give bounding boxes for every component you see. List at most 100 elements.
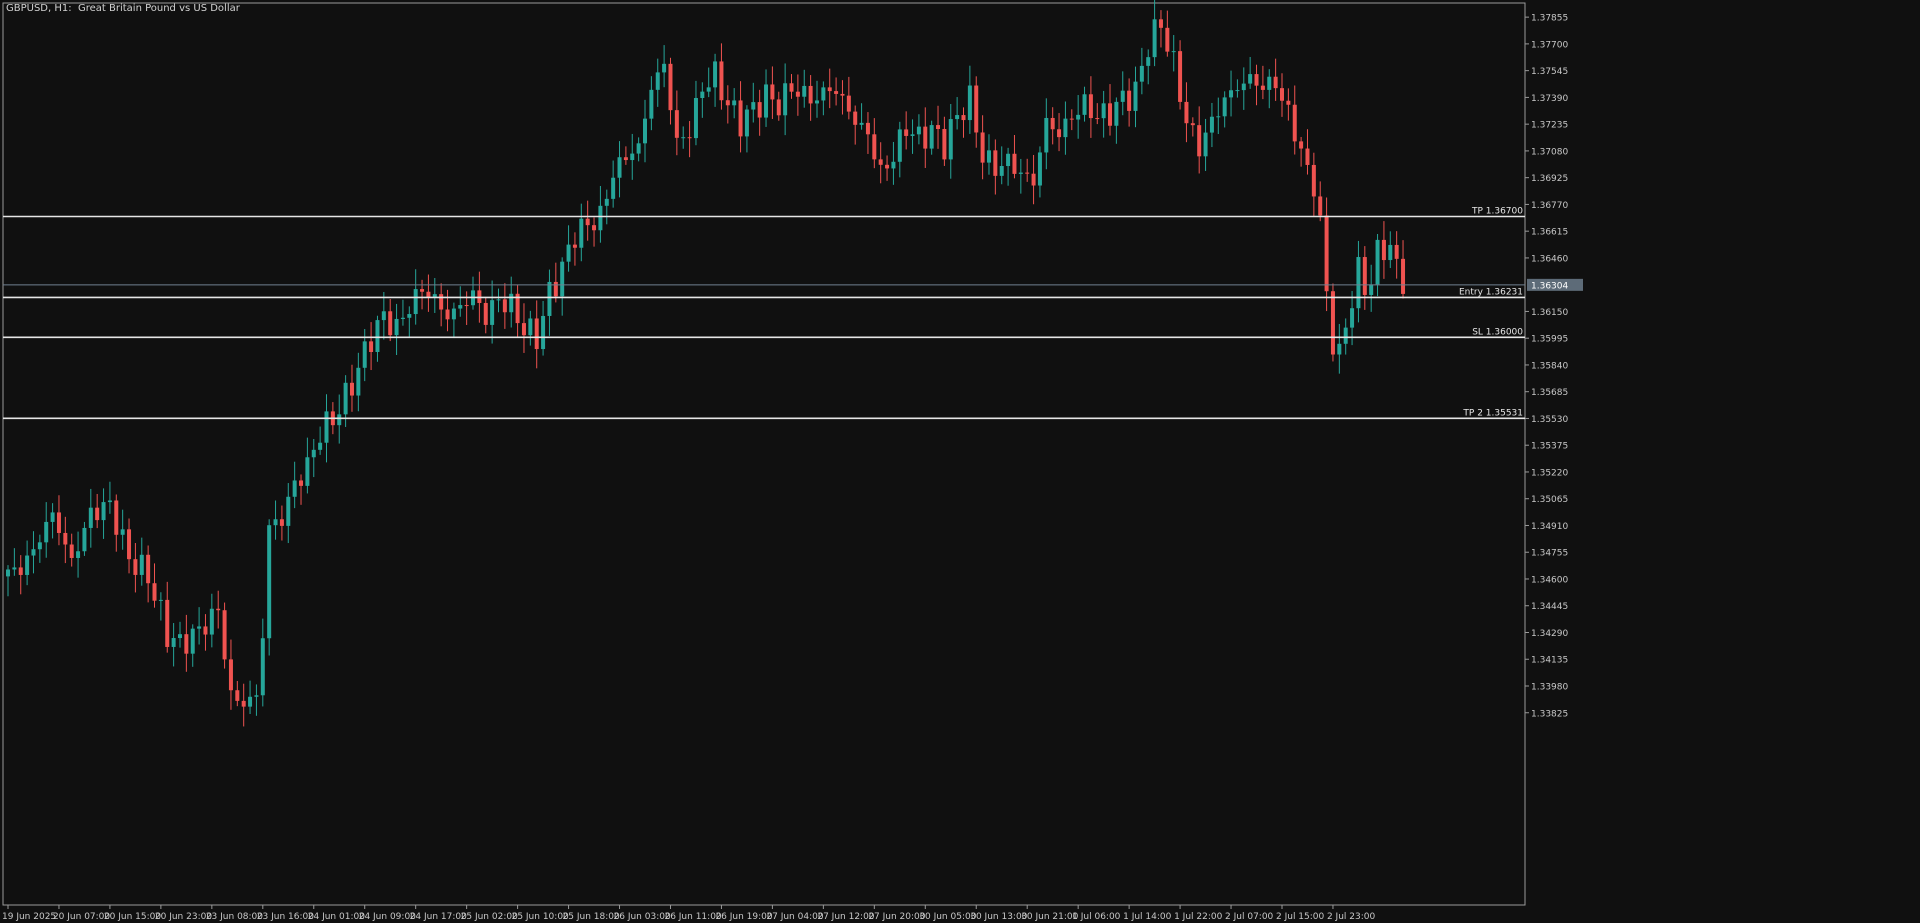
y-tick-label: 1.35065 <box>1531 495 1568 505</box>
bull-candle-body <box>1337 343 1342 355</box>
candles-layer <box>6 0 1406 727</box>
y-tick-label: 1.34755 <box>1531 549 1568 559</box>
y-tick-label: 1.36460 <box>1531 254 1568 264</box>
x-tick-label: 30 Jun 05:00 <box>919 912 976 922</box>
chart-window[interactable]: TP 1.36700 Entry 1.36231 SL 1.36000 TP 2 1.… <box>0 0 1920 923</box>
x-tick-label: 20 Jun 15:00 <box>104 912 161 922</box>
candle <box>1388 231 1393 269</box>
candle <box>764 69 769 127</box>
bull-candle-body <box>700 91 705 99</box>
bull-candle-body <box>451 308 456 320</box>
candle <box>744 105 749 153</box>
candle <box>12 548 17 576</box>
y-tick-label: 1.35375 <box>1531 442 1568 452</box>
bear-candle-body <box>980 132 985 163</box>
bear-candle-body <box>235 690 240 701</box>
bear-candle-body <box>502 299 507 313</box>
bear-candle-body <box>1050 117 1055 130</box>
candle <box>88 488 93 548</box>
candle <box>719 43 724 110</box>
bull-candle-body <box>598 205 603 231</box>
bear-candle-body <box>738 100 743 137</box>
candle <box>1362 246 1367 310</box>
bear-candle-body <box>757 102 762 118</box>
bull-candle-body <box>1082 94 1087 115</box>
candle <box>929 120 934 155</box>
candle <box>1069 109 1074 131</box>
candle <box>872 118 877 169</box>
bull-candle-body <box>197 626 202 629</box>
candle <box>451 302 456 339</box>
time-axis[interactable]: 19 Jun 202520 Jun 07:0020 Jun 15:0020 Ju… <box>2 905 1375 922</box>
bull-candle-body <box>636 143 641 154</box>
candle <box>56 495 61 546</box>
bull-candle-body <box>1171 51 1176 53</box>
candle <box>152 563 157 608</box>
candle <box>311 439 316 478</box>
candle <box>693 80 698 146</box>
bear-candle-body <box>592 225 597 231</box>
bear-candle-body <box>1362 257 1367 295</box>
bear-candle-body <box>388 311 393 336</box>
bull-candle-body <box>101 502 106 521</box>
y-tick-label: 1.34910 <box>1531 522 1568 532</box>
candle <box>235 680 240 707</box>
bull-candle-body <box>910 134 915 136</box>
bear-candle-body <box>974 85 979 133</box>
candle <box>999 146 1004 185</box>
candle <box>528 310 533 346</box>
candle <box>1267 69 1272 109</box>
bull-candle-body <box>955 115 960 120</box>
y-tick-label: 1.37855 <box>1531 14 1568 24</box>
candle <box>910 119 915 154</box>
bear-candle-body <box>923 126 928 149</box>
bull-candle-body <box>643 118 647 144</box>
candle <box>1108 84 1113 136</box>
candlestick-chart[interactable]: TP 1.36700 Entry 1.36231 SL 1.36000 TP 2 1.… <box>0 0 1920 923</box>
bull-candle-body <box>611 177 616 199</box>
bull-candle-body <box>1018 172 1023 174</box>
candle <box>1044 98 1049 170</box>
candle <box>127 518 132 574</box>
candle <box>356 352 361 412</box>
price-axis[interactable]: 1.37855 1.37700 1.37545 1.37390 1.37235 1.370… <box>1525 14 1583 720</box>
bear-candle-body <box>1190 123 1195 126</box>
candle <box>547 269 552 336</box>
candle <box>133 543 138 593</box>
candle <box>1292 85 1297 155</box>
candle <box>1158 10 1163 48</box>
candle <box>1114 97 1119 144</box>
bear-candle-body <box>1088 94 1093 119</box>
candle <box>139 537 144 586</box>
candle <box>101 488 106 539</box>
candle <box>464 291 469 325</box>
candle <box>1076 95 1081 139</box>
candle <box>305 437 310 494</box>
bull-candle-body <box>1101 103 1106 119</box>
bull-candle-body <box>541 315 546 350</box>
bull-candle-body <box>713 61 718 88</box>
candle <box>114 494 119 552</box>
candle <box>171 623 176 667</box>
candle <box>865 112 870 154</box>
candle <box>668 57 673 125</box>
bear-candle-body <box>241 700 246 707</box>
bull-candle-body <box>1146 57 1151 66</box>
bear-candle-body <box>222 610 227 660</box>
bull-candle-body <box>337 414 342 426</box>
bear-candle-body <box>961 115 966 121</box>
candle <box>502 283 507 329</box>
bear-candle-body <box>585 218 590 226</box>
bull-candle-body <box>693 98 698 139</box>
bull-candle-body <box>1216 116 1221 118</box>
x-tick-label: 25 Jun 10:00 <box>512 912 569 922</box>
bear-candle-body <box>904 129 909 136</box>
bull-candle-body <box>254 695 259 697</box>
bull-candle-body <box>12 567 17 570</box>
candle <box>789 74 794 99</box>
candle <box>942 116 947 166</box>
candle <box>541 301 546 356</box>
candle <box>1381 221 1386 279</box>
candle <box>821 81 826 116</box>
candle <box>1146 49 1151 85</box>
